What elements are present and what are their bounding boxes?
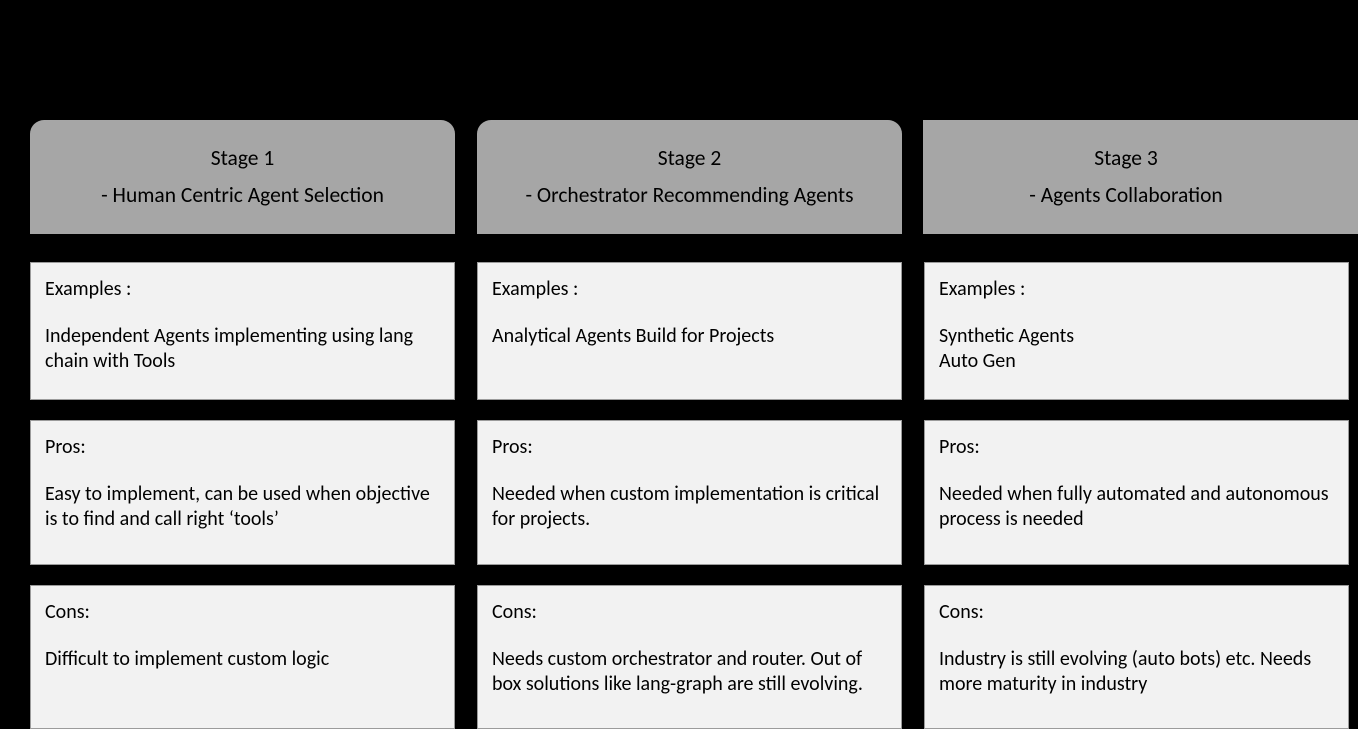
stage-2-subtitle: - Orchestrator Recommending Agents <box>525 180 853 211</box>
stage-2-cons-card: Cons: Needs custom orchestrator and rout… <box>477 585 902 729</box>
examples-heading: Examples : <box>492 277 887 302</box>
pros-heading: Pros: <box>492 435 887 460</box>
stage-2-pros-card: Pros: Needed when custom implementation … <box>477 420 902 565</box>
stage-3-cons-card: Cons: Industry is still evolving (auto b… <box>924 585 1349 729</box>
examples-heading: Examples : <box>939 277 1334 302</box>
stage-row: Stage 1 - Human Centric Agent Selection … <box>30 120 1348 729</box>
stage-2-header: Stage 2 - Orchestrator Recommending Agen… <box>477 120 902 234</box>
pros-heading: Pros: <box>45 435 440 460</box>
cons-heading: Cons: <box>939 600 1334 625</box>
stage-1-pros-card: Pros: Easy to implement, can be used whe… <box>30 420 455 565</box>
stage-column-1: Stage 1 - Human Centric Agent Selection … <box>30 120 455 729</box>
stage-1-subtitle: - Human Centric Agent Selection <box>101 180 384 211</box>
stage-1-cards: Examples : Independent Agents implementi… <box>30 262 455 729</box>
stage-column-3: Stage 3 - Agents Collaboration Examples … <box>924 120 1358 729</box>
stage-1-title: Stage 1 <box>211 143 275 174</box>
cons-heading: Cons: <box>45 600 440 625</box>
examples-heading: Examples : <box>45 277 440 302</box>
stage-2-examples-card: Examples : Analytical Agents Build for P… <box>477 262 902 400</box>
stage-3-examples-card: Examples : Synthetic Agents Auto Gen <box>924 262 1349 400</box>
pros-body: Needed when custom implementation is cri… <box>492 482 887 532</box>
examples-body: Independent Agents implementing using la… <box>45 324 440 374</box>
stage-3-title: Stage 3 <box>1094 143 1158 174</box>
cons-body: Difficult to implement custom logic <box>45 647 440 672</box>
pros-heading: Pros: <box>939 435 1334 460</box>
pros-body: Easy to implement, can be used when obje… <box>45 482 440 532</box>
cons-body: Needs custom orchestrator and router. Ou… <box>492 647 887 697</box>
stage-3-header: Stage 3 - Agents Collaboration <box>924 120 1358 234</box>
cons-heading: Cons: <box>492 600 887 625</box>
stage-column-2: Stage 2 - Orchestrator Recommending Agen… <box>477 120 902 729</box>
stage-3-subtitle: - Agents Collaboration <box>1029 180 1222 211</box>
stage-1-cons-card: Cons: Difficult to implement custom logi… <box>30 585 455 729</box>
stage-3-cards: Examples : Synthetic Agents Auto Gen Pro… <box>924 262 1358 729</box>
pros-body: Needed when fully automated and autonomo… <box>939 482 1334 532</box>
cons-body: Industry is still evolving (auto bots) e… <box>939 647 1334 697</box>
stage-1-examples-card: Examples : Independent Agents implementi… <box>30 262 455 400</box>
examples-body: Analytical Agents Build for Projects <box>492 324 887 349</box>
examples-body: Synthetic Agents Auto Gen <box>939 324 1334 374</box>
stage-1-header: Stage 1 - Human Centric Agent Selection <box>30 120 455 234</box>
stage-3-pros-card: Pros: Needed when fully automated and au… <box>924 420 1349 565</box>
stage-2-title: Stage 2 <box>658 143 722 174</box>
stage-2-cards: Examples : Analytical Agents Build for P… <box>477 262 902 729</box>
